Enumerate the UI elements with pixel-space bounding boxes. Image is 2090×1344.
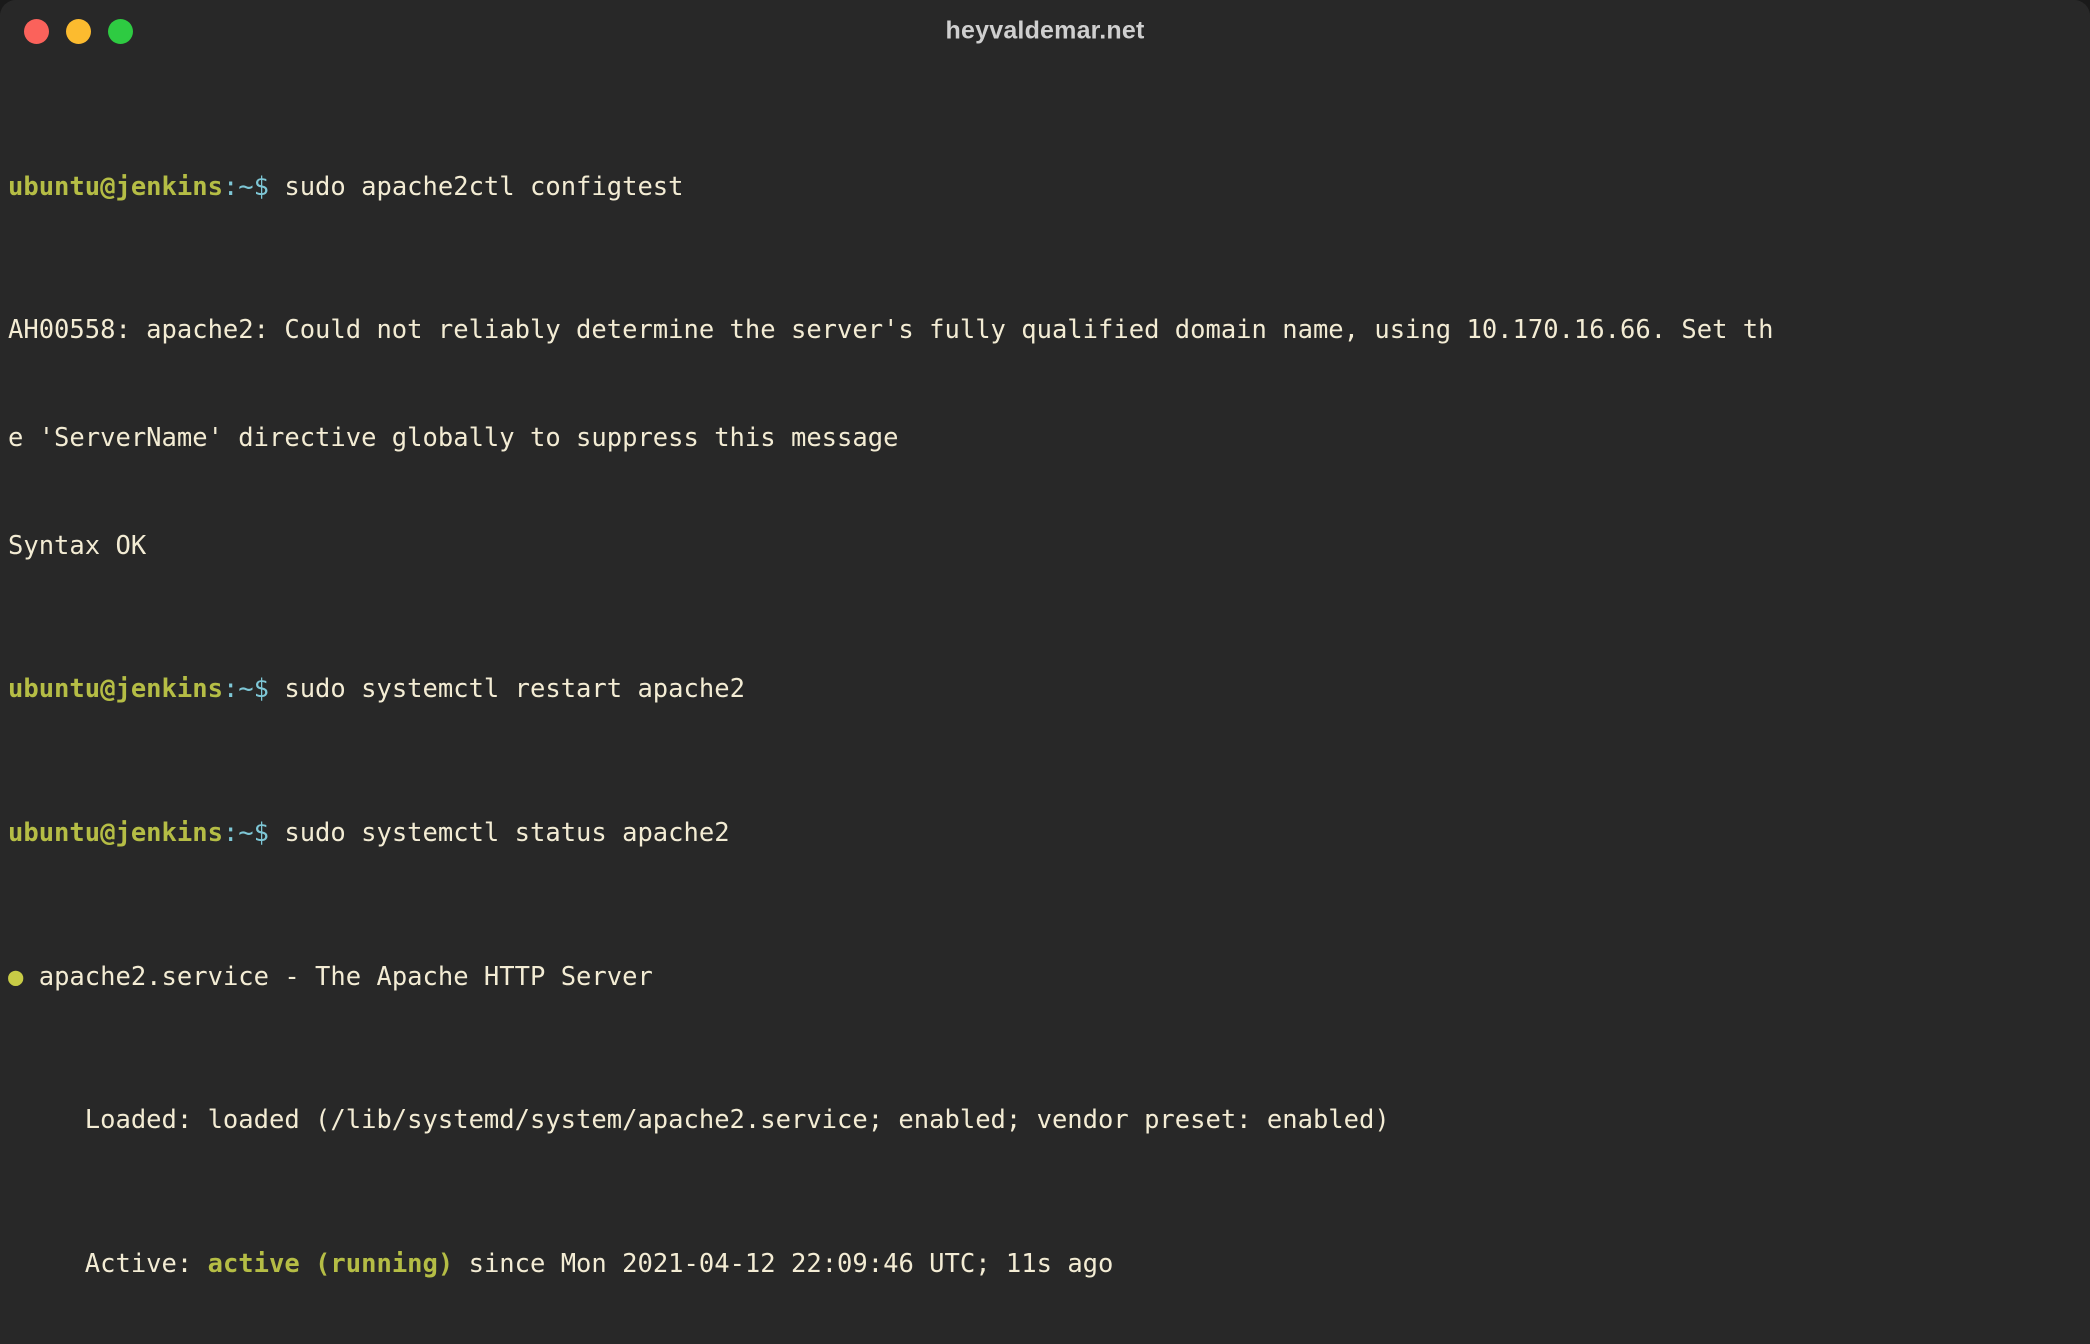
status-loaded: Loaded: loaded (/lib/systemd/system/apac… xyxy=(8,1105,1390,1136)
close-button[interactable] xyxy=(24,18,49,44)
active-state-badge: active (running) xyxy=(207,1248,454,1279)
command-line-configtest: ubuntu@jenkins:~$ sudo apache2ctl config… xyxy=(8,170,2090,206)
active-since: since Mon 2021-04-12 22:09:46 UTC; 11s a… xyxy=(453,1248,1114,1279)
service-title: apache2.service - The Apache HTTP Server xyxy=(23,961,653,992)
command-text: sudo apache2ctl configtest xyxy=(269,171,684,202)
prompt-user: ubuntu@jenkins xyxy=(8,171,223,202)
window-title: heyvaldemar.net xyxy=(945,16,1145,45)
traffic-light-buttons xyxy=(24,18,133,44)
minimize-button[interactable] xyxy=(66,18,91,44)
prompt-path: :~$ xyxy=(222,817,269,848)
output-syntax-ok: Syntax OK xyxy=(8,530,147,561)
command-text: sudo systemctl restart apache2 xyxy=(269,674,745,705)
command-text: sudo systemctl status apache2 xyxy=(269,817,730,848)
output-ah00558-part1: AH00558: apache2: Could not reliably det… xyxy=(8,315,1774,346)
prompt-user: ubuntu@jenkins xyxy=(8,674,223,705)
prompt-path: :~$ xyxy=(222,674,269,705)
terminal-output-area[interactable]: ubuntu@jenkins:~$ sudo apache2ctl config… xyxy=(0,62,2090,1344)
window-titlebar[interactable]: heyvaldemar.net xyxy=(0,0,2090,62)
output-ah00558-part2: e 'ServerName' directive globally to sup… xyxy=(8,423,899,454)
terminal-window: heyvaldemar.net ubuntu@jenkins:~$ sudo a… xyxy=(0,0,2090,1344)
prompt-user: ubuntu@jenkins xyxy=(8,817,223,848)
active-label: Active: xyxy=(8,1248,208,1279)
status-active: Active: active (running) since Mon 2021-… xyxy=(8,1247,2090,1283)
maximize-button[interactable] xyxy=(108,18,133,44)
command-line-restart: ubuntu@jenkins:~$ sudo systemctl restart… xyxy=(8,672,2090,708)
service-header: ● apache2.service - The Apache HTTP Serv… xyxy=(8,960,2090,996)
command-line-status: ubuntu@jenkins:~$ sudo systemctl status … xyxy=(8,816,2090,852)
status-bullet-icon: ● xyxy=(8,961,24,992)
prompt-path: :~$ xyxy=(222,171,269,202)
